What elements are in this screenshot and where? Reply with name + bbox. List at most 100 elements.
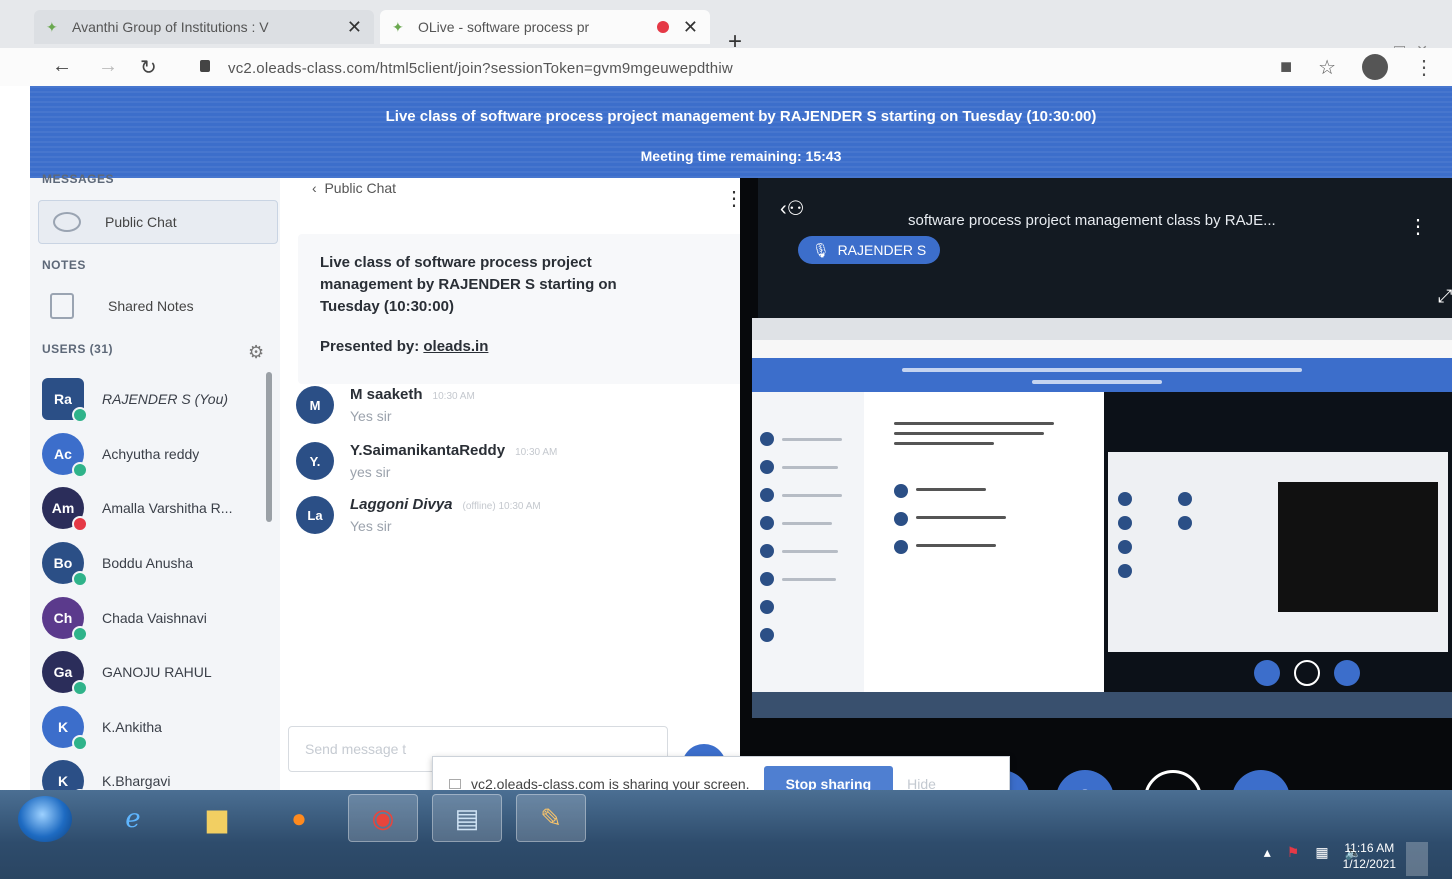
- chat-back-button[interactable]: ‹ Public Chat: [312, 180, 396, 196]
- internet-explorer-icon[interactable]: ℯ: [98, 794, 168, 842]
- shared-text-line: [916, 516, 1006, 519]
- user-leave-icon[interactable]: ‹⚇: [780, 196, 805, 221]
- start-button-icon[interactable]: [18, 796, 72, 842]
- shared-avatar: [760, 572, 774, 586]
- user-list-item[interactable]: Am Amalla Varshitha R...: [30, 481, 266, 536]
- notes-section-title: NOTES: [42, 258, 86, 272]
- shared-avatar: [1118, 540, 1132, 554]
- file-explorer-icon[interactable]: ▆: [182, 794, 252, 842]
- user-list-scrollbar[interactable]: [266, 372, 272, 522]
- gear-icon[interactable]: ⚙: [248, 342, 264, 363]
- user-list-item[interactable]: Bo Boddu Anusha: [30, 536, 266, 591]
- meeting-time-remaining: Meeting time remaining: 15:43: [640, 148, 842, 164]
- fullscreen-icon[interactable]: ⤢: [1438, 286, 1452, 307]
- url-field[interactable]: vc2.oleads-class.com/html5client/join?se…: [228, 60, 733, 77]
- shared-text-line: [782, 550, 838, 553]
- presenter-link[interactable]: oleads.in: [423, 338, 488, 355]
- shared-avatar: [760, 544, 774, 558]
- shared-text-line: [894, 432, 1044, 435]
- banner-title: Live class of software process project m…: [385, 108, 1097, 125]
- public-chat-panel: ‹ Public Chat ⋮ Live class of software p…: [280, 178, 758, 790]
- lock-icon[interactable]: [200, 60, 210, 72]
- reload-icon[interactable]: ↻: [140, 55, 157, 80]
- chevron-left-icon: ‹: [312, 180, 317, 196]
- shared-avatar: [894, 540, 908, 554]
- user-name: GANOJU RAHUL: [102, 664, 212, 681]
- show-hidden-icons-icon[interactable]: ▴: [1264, 844, 1271, 861]
- shared-control-button: [1334, 660, 1360, 686]
- user-list-item[interactable]: K K.Ankitha: [30, 700, 266, 755]
- notepad-icon[interactable]: ▤: [432, 794, 502, 842]
- screen-share-view: [752, 318, 1452, 718]
- user-name: RAJENDER S (You): [102, 391, 229, 408]
- chrome-icon[interactable]: ◉: [348, 794, 418, 842]
- avatar: Am: [42, 487, 88, 533]
- shared-avatar: [760, 460, 774, 474]
- avatar-initials: Ga: [53, 664, 73, 681]
- welcome-message: Live class of software process project m…: [298, 234, 750, 384]
- browser-tab-avanthi[interactable]: ✦ Avanthi Group of Institutions : V ✕: [34, 10, 374, 44]
- chat-message: Y. Y.SaimanikantaReddy 10:30 AM yes sir: [296, 442, 557, 480]
- session-banner: Live class of software process project m…: [30, 86, 1452, 178]
- message-sender: Laggoni Divya: [350, 496, 453, 513]
- forward-arrow-icon[interactable]: →: [98, 55, 118, 78]
- avatar: Ra: [42, 378, 88, 424]
- avatar-initials: K: [57, 773, 69, 790]
- windows-taskbar: ℯ ▆ ● ◉ ▤ ✎ ▴ ⚑ ▦ 🔈 11:16 AM 1/12/2021: [0, 790, 1452, 879]
- user-list-item[interactable]: Ga GANOJU RAHUL: [30, 645, 266, 700]
- avatar: Ch: [42, 596, 88, 642]
- avatar: Y.: [296, 442, 334, 480]
- shared-text-line: [782, 578, 836, 581]
- camera-icon[interactable]: ■: [1280, 56, 1292, 79]
- user-list-item[interactable]: Ac Achyutha reddy: [30, 427, 266, 482]
- shared-text-line: [916, 544, 996, 547]
- sidebar-item-public-chat[interactable]: Public Chat: [38, 200, 278, 244]
- message-time: (offline) 10:30 AM: [462, 501, 541, 512]
- browser-menu-icon[interactable]: ⋮: [1414, 55, 1434, 80]
- sidebar-item-shared-notes[interactable]: Shared Notes: [38, 286, 278, 326]
- clock-date: 1/12/2021: [1342, 857, 1396, 871]
- user-list-item[interactable]: Ra RAJENDER S (You): [30, 372, 266, 427]
- system-clock[interactable]: 11:16 AM 1/12/2021: [1343, 840, 1396, 872]
- bookmark-star-icon[interactable]: ☆: [1318, 55, 1336, 80]
- media-player-icon[interactable]: ●: [264, 794, 334, 842]
- shared-banner-line: [1032, 380, 1162, 384]
- user-name: K.Ankitha: [102, 718, 162, 735]
- avatar-initials: Ch: [53, 609, 73, 626]
- tab-label: Avanthi Group of Institutions : V: [72, 19, 269, 35]
- paint-icon[interactable]: ✎: [516, 794, 586, 842]
- shared-taskbar: [752, 692, 1452, 718]
- shared-avatar: [1178, 516, 1192, 530]
- microphone-icon: 🎙: [812, 241, 830, 258]
- status-dot-icon: [72, 625, 88, 642]
- presentation-options-icon[interactable]: ⋮: [1408, 214, 1428, 239]
- user-list-item[interactable]: Ch Chada Vaishnavi: [30, 590, 266, 645]
- chat-bubble-icon: [53, 212, 81, 232]
- sidebar: MESSAGES Public Chat NOTES Shared Notes …: [30, 172, 280, 806]
- clock-time: 11:16 AM: [1344, 841, 1395, 855]
- action-center-icon[interactable]: ⚑: [1287, 844, 1300, 861]
- avatar-initials: Ra: [54, 391, 72, 408]
- back-arrow-icon[interactable]: ←: [52, 55, 72, 78]
- message-text: yes sir: [350, 464, 391, 480]
- shared-text-line: [894, 422, 1054, 425]
- shared-control-button: [1294, 660, 1320, 686]
- tab-close-icon[interactable]: ✕: [347, 17, 362, 38]
- avatar: Bo: [42, 542, 88, 588]
- profile-avatar-icon[interactable]: [1362, 54, 1388, 80]
- network-icon[interactable]: ▦: [1315, 844, 1328, 861]
- screen-icon: [449, 779, 461, 789]
- shared-control-button: [1254, 660, 1280, 686]
- browser-tab-olive[interactable]: ✦ OLive - software process pr ✕: [380, 10, 710, 44]
- shared-text-line: [894, 442, 994, 445]
- shared-banner-line: [902, 368, 1302, 372]
- show-desktop-button[interactable]: [1406, 842, 1428, 876]
- shared-avatar: [760, 600, 774, 614]
- shared-sidebar: [752, 392, 864, 692]
- avatar: K: [42, 705, 88, 751]
- status-dot-icon: [72, 734, 88, 751]
- shared-avatar: [1118, 516, 1132, 530]
- message-sender: Y.SaimanikantaReddy: [350, 442, 506, 459]
- tab-close-icon[interactable]: ✕: [683, 17, 698, 38]
- tab-label: OLive - software process pr: [418, 19, 590, 35]
